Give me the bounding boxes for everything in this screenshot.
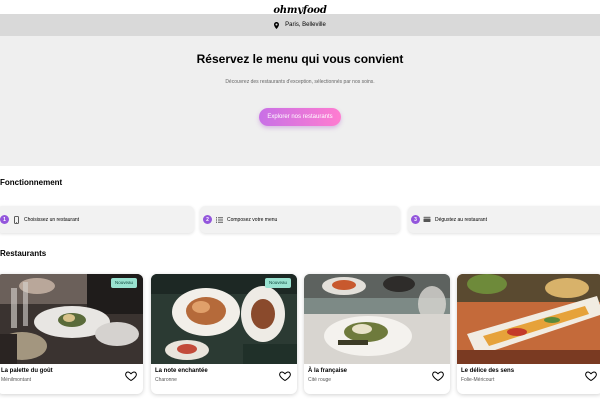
restaurant-photo bbox=[457, 274, 600, 364]
hero-section: Réservez le menu qui vous convient Décou… bbox=[0, 36, 600, 166]
hero-title: Réservez le menu qui vous convient bbox=[196, 52, 404, 66]
restaurant-card-2[interactable]: Nouveau La note enchantée Charonne bbox=[151, 274, 297, 394]
step-card-3[interactable]: 3 Dégustez au restaurant bbox=[408, 206, 600, 233]
restaurant-area: Ménilmontant bbox=[1, 377, 32, 383]
restaurant-name: La note enchantée bbox=[155, 368, 208, 374]
restaurant-photo bbox=[304, 274, 450, 364]
phone-icon bbox=[11, 215, 21, 225]
hero-subtitle: Découvrez des restaurants d'exception, s… bbox=[225, 79, 375, 85]
location-text: Paris, Belleville bbox=[285, 22, 326, 28]
location-bar: Paris, Belleville bbox=[0, 14, 600, 36]
step-label: Dégustez au restaurant bbox=[435, 216, 487, 223]
restaurant-name: La palette du goût bbox=[1, 368, 53, 374]
restaurant-area: Charonne bbox=[155, 377, 177, 383]
heart-icon[interactable] bbox=[125, 369, 137, 382]
heart-icon[interactable] bbox=[585, 369, 597, 382]
utensils-icon bbox=[422, 215, 432, 225]
list-icon bbox=[214, 215, 224, 225]
new-badge: Nouveau bbox=[110, 278, 137, 288]
restaurant-card-1[interactable]: Nouveau La palette du goût Ménilmontant bbox=[0, 274, 143, 394]
restaurant-card-4[interactable]: Le délice des sens Folie-Méricourt bbox=[457, 274, 600, 394]
step-label: Composez votre menu bbox=[227, 216, 278, 223]
site-header: ohmyfood bbox=[0, 0, 600, 16]
fonctionnement-title: Fonctionnement bbox=[0, 178, 63, 187]
step-label: Choisissez un restaurant bbox=[24, 216, 80, 223]
restaurant-name: Le délice des sens bbox=[461, 368, 515, 374]
step-number: 1 bbox=[0, 215, 9, 224]
restaurant-name: À la française bbox=[308, 368, 348, 374]
step-number: 2 bbox=[203, 215, 212, 224]
step-card-2[interactable]: 2 Composez votre menu bbox=[200, 206, 400, 233]
step-card-1[interactable]: 1 Choisissez un restaurant bbox=[0, 206, 194, 233]
heart-icon[interactable] bbox=[432, 369, 444, 382]
restaurant-area: Cité rouge bbox=[308, 377, 332, 383]
heart-icon[interactable] bbox=[279, 369, 291, 382]
restaurants-title: Restaurants bbox=[0, 249, 47, 258]
restaurant-card-3[interactable]: À la française Cité rouge bbox=[304, 274, 450, 394]
new-badge: Nouveau bbox=[264, 278, 291, 288]
restaurant-area: Folie-Méricourt bbox=[461, 377, 495, 383]
location-pin-icon bbox=[274, 21, 280, 29]
main-content: Fonctionnement 1 Choisissez un restauran… bbox=[0, 166, 600, 400]
explore-restaurants-button[interactable]: Explorer nos restaurants bbox=[259, 108, 341, 126]
step-number: 3 bbox=[411, 215, 420, 224]
